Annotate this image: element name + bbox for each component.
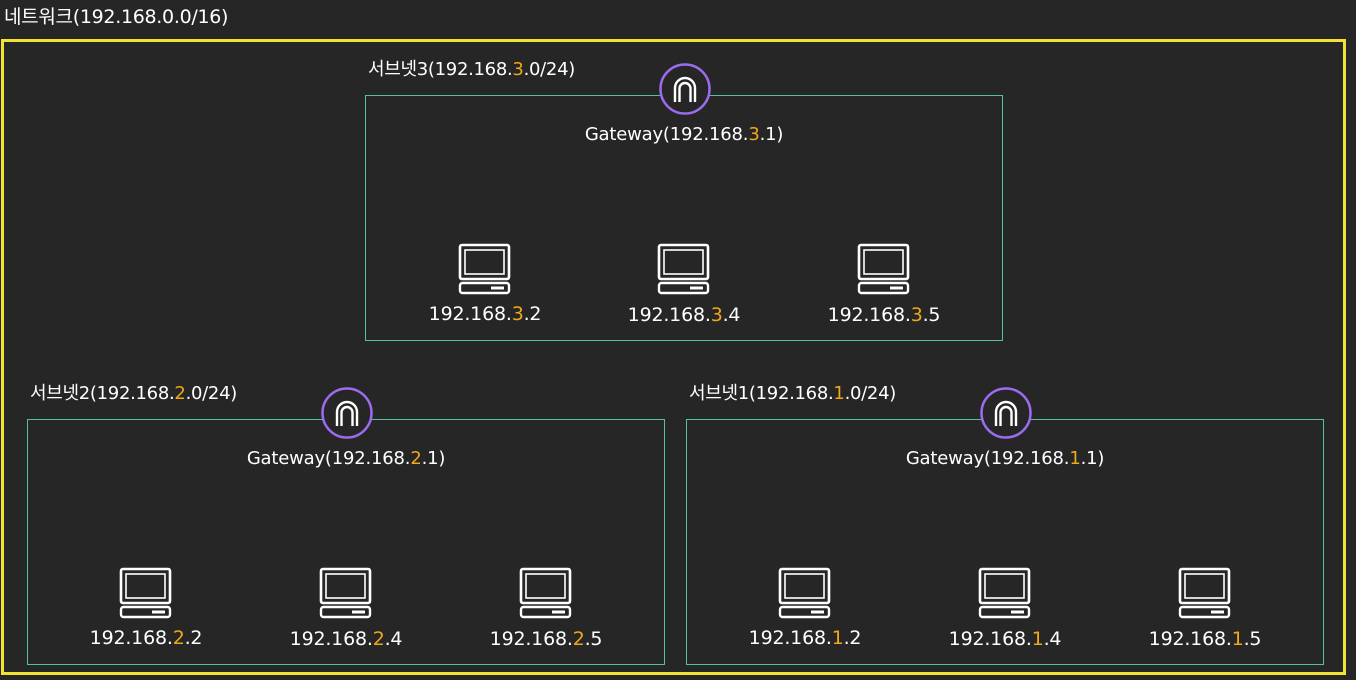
host-ip-octet: 2	[172, 627, 185, 649]
host-ip-prefix: 192.168.	[627, 304, 711, 326]
host-ip-octet: 3	[910, 304, 923, 326]
host-ip-label: 192.168.1.4	[949, 627, 1062, 651]
subnet-label-suffix: .0/24)	[185, 383, 238, 404]
subnet-label-prefix: 서브넷1(192.168.	[689, 383, 834, 404]
host-ip-octet: 1	[1231, 628, 1244, 650]
host-ip-suffix: .4	[384, 628, 403, 650]
gateway-arch-icon	[659, 63, 711, 115]
host-ip-octet: 1	[831, 627, 844, 649]
host-ip-prefix: 192.168.	[89, 627, 173, 649]
gateway-arch-icon	[321, 387, 373, 439]
host-ip-label: 192.168.3.5	[828, 303, 941, 327]
gateway-label-octet: 2	[410, 448, 422, 469]
gateway-label-prefix: Gateway(192.168.	[905, 448, 1070, 469]
computer-icon	[519, 567, 572, 619]
gateway-label: Gateway(192.168.2.1)	[246, 447, 446, 471]
host-ip-octet: 2	[572, 628, 585, 650]
host-ip-suffix: .4	[1043, 628, 1062, 650]
host-ip-suffix: .2	[523, 303, 542, 325]
gateway-arch-icon	[980, 387, 1032, 439]
host-ip-prefix: 192.168.	[948, 628, 1032, 650]
host-ip-prefix: 192.168.	[428, 303, 512, 325]
host-ip-suffix: .2	[843, 627, 862, 649]
computer-icon	[657, 243, 710, 295]
host-ip-label: 192.168.2.5	[490, 627, 603, 651]
host-ip-prefix: 192.168.	[1148, 628, 1232, 650]
gateway-label-octet: 1	[1069, 448, 1081, 469]
gateway-label: Gateway(192.168.3.1)	[584, 123, 784, 147]
subnet-label-suffix: .0/24)	[844, 383, 897, 404]
host-ip-label: 192.168.3.4	[628, 303, 741, 327]
gateway-label-suffix: .1)	[1080, 448, 1105, 469]
subnet-label-prefix: 서브넷2(192.168.	[30, 383, 175, 404]
subnet-label-octet: 1	[833, 383, 845, 404]
gateway-label-prefix: Gateway(192.168.	[584, 124, 749, 145]
gateway-label-prefix: Gateway(192.168.	[246, 448, 411, 469]
subnet-label: 서브넷3(192.168.3.0/24)	[368, 58, 575, 82]
host-ip-prefix: 192.168.	[827, 304, 911, 326]
computer-icon	[1178, 567, 1231, 619]
host-ip-suffix: .5	[584, 628, 603, 650]
computer-icon	[778, 567, 831, 619]
gateway-label: Gateway(192.168.1.1)	[905, 447, 1105, 471]
computer-icon	[458, 243, 511, 295]
network-title: 네트워크(192.168.0.0/16)	[4, 6, 229, 28]
subnet-label-octet: 3	[512, 59, 524, 80]
gateway-label-suffix: .1)	[421, 448, 446, 469]
subnet-label-prefix: 서브넷3(192.168.	[368, 59, 513, 80]
host-ip-label: 192.168.2.2	[90, 626, 203, 650]
host-ip-prefix: 192.168.	[489, 628, 573, 650]
subnet-label: 서브넷2(192.168.2.0/24)	[30, 382, 237, 406]
host-ip-label: 192.168.3.2	[429, 302, 542, 326]
host-ip-suffix: .2	[184, 627, 203, 649]
host-ip-octet: 2	[372, 628, 385, 650]
computer-icon	[319, 567, 372, 619]
host-ip-prefix: 192.168.	[289, 628, 373, 650]
computer-icon	[119, 567, 172, 619]
host-ip-suffix: .5	[922, 304, 941, 326]
host-ip-label: 192.168.2.4	[290, 627, 403, 651]
computer-icon	[978, 567, 1031, 619]
subnet-label-octet: 2	[174, 383, 186, 404]
host-ip-octet: 3	[511, 303, 524, 325]
host-ip-suffix: .4	[722, 304, 741, 326]
subnet-label-suffix: .0/24)	[523, 59, 576, 80]
gateway-label-octet: 3	[748, 124, 760, 145]
gateway-label-suffix: .1)	[759, 124, 784, 145]
host-ip-prefix: 192.168.	[748, 627, 832, 649]
host-ip-octet: 3	[710, 304, 723, 326]
host-ip-octet: 1	[1031, 628, 1044, 650]
subnet-label: 서브넷1(192.168.1.0/24)	[689, 382, 896, 406]
host-ip-suffix: .5	[1243, 628, 1262, 650]
host-ip-label: 192.168.1.2	[749, 626, 862, 650]
host-ip-label: 192.168.1.5	[1149, 627, 1262, 651]
computer-icon	[857, 243, 910, 295]
